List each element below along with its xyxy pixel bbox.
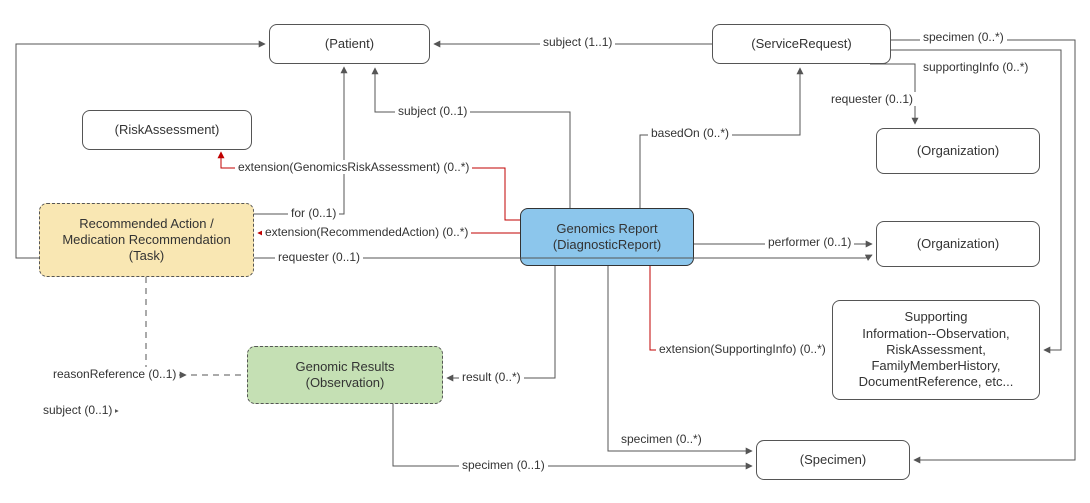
node-supporting-label: Supporting Information--Observation, Ris… [859, 309, 1014, 390]
node-results-label: Genomic Results (Observation) [296, 359, 395, 392]
lbl-spec01: specimen (0..1) [459, 458, 548, 472]
node-org2-label: (Organization) [917, 236, 999, 252]
supp-line5: DocumentReference, etc... [859, 374, 1014, 389]
node-org1-label: (Organization) [917, 143, 999, 159]
node-organization-performer: (Organization) [876, 221, 1040, 267]
lbl-basedon: basedOn (0..*) [648, 126, 732, 140]
report-line2: (DiagnosticReport) [553, 237, 661, 252]
lbl-subject11: subject (1..1) [540, 35, 615, 49]
lbl-requester-a: requester (0..1) [828, 92, 916, 106]
lbl-ext-rec: extension(RecommendedAction) (0..*) [262, 225, 471, 239]
node-risk-assessment: (RiskAssessment) [82, 110, 252, 150]
node-patient: (Patient) [269, 24, 430, 64]
lbl-performer: performer (0..1) [765, 235, 854, 249]
node-organization-requester: (Organization) [876, 128, 1040, 174]
task-line2: Medication Recommendation [62, 232, 230, 247]
node-supporting-info: Supporting Information--Observation, Ris… [832, 300, 1040, 400]
report-line1: Genomics Report [556, 221, 657, 236]
task-line1: Recommended Action / [79, 216, 213, 231]
results-line1: Genomic Results [296, 359, 395, 374]
results-line2: (Observation) [306, 375, 385, 390]
supp-line1: Supporting [905, 309, 968, 324]
node-risk-assessment-label: (RiskAssessment) [115, 122, 220, 138]
lbl-requester-b: requester (0..1) [275, 250, 363, 264]
node-genomics-report: Genomics Report (DiagnosticReport) [520, 208, 694, 266]
node-task-label: Recommended Action / Medication Recommen… [62, 216, 230, 265]
node-specimen-label: (Specimen) [800, 452, 866, 468]
node-service-request-label: (ServiceRequest) [751, 36, 851, 52]
node-specimen: (Specimen) [756, 440, 910, 480]
supp-line4: FamilyMemberHistory, [871, 358, 1000, 373]
supp-line2: Information--Observation, [862, 326, 1009, 341]
node-task: Recommended Action / Medication Recommen… [39, 203, 254, 277]
node-service-request: (ServiceRequest) [712, 24, 891, 64]
task-line3: (Task) [129, 248, 164, 263]
diagram-canvas: (Patient) (RiskAssessment) Recommended A… [0, 0, 1090, 503]
node-report-label: Genomics Report (DiagnosticReport) [553, 221, 661, 254]
lbl-result: result (0..*) [459, 370, 524, 384]
lbl-subject-a: subject (0..1) [395, 104, 470, 118]
lbl-reasonref: reasonReference (0..1) [50, 367, 179, 381]
lbl-spec0s-b: specimen (0..*) [618, 432, 705, 446]
lbl-subject-b: subject (0..1) [40, 403, 115, 417]
lbl-specimen0s: specimen (0..*) [920, 30, 1007, 44]
node-patient-label: (Patient) [325, 36, 374, 52]
lbl-suppinfo0s: supportingInfo (0..*) [920, 60, 1031, 74]
lbl-for01: for (0..1) [288, 206, 339, 220]
lbl-ext-risk: extension(GenomicsRiskAssessment) (0..*) [235, 160, 472, 174]
node-genomic-results: Genomic Results (Observation) [247, 346, 443, 404]
lbl-ext-supp: extension(SupportingInfo) (0..*) [656, 342, 829, 356]
supp-line3: RiskAssessment, [886, 342, 986, 357]
